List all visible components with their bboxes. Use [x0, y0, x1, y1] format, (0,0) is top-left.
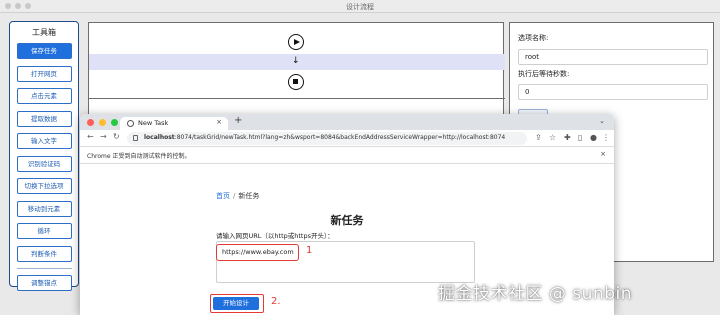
window-title: 设计流程	[346, 3, 374, 11]
save-task-button[interactable]: 保存任务	[16, 43, 72, 59]
extract-data-button[interactable]: 提取数据	[16, 110, 72, 127]
condition-button[interactable]: 判断条件	[16, 245, 72, 262]
wait-seconds-label: 执行后等待秒数:	[518, 70, 570, 78]
browser-window-controls[interactable]	[87, 119, 118, 126]
open-page-button[interactable]: 打开网页	[16, 65, 72, 82]
close-icon[interactable]: ×	[216, 118, 222, 126]
address-url[interactable]: localhost:8074/taskGrid/newTask.html?lan…	[144, 134, 505, 141]
toolbox-divider	[16, 268, 72, 269]
chevron-down-icon[interactable]: ⌄	[599, 117, 605, 125]
toolbox-panel: 工具箱 保存任务 打开网页 点击元素 提取数据 输入文字 识别验证码 切换下拉选…	[9, 21, 79, 291]
sidepanel-icon[interactable]: ▯	[578, 133, 582, 142]
new-tab-icon[interactable]: +	[234, 115, 242, 126]
breadcrumb: 首页 / 新任务	[216, 191, 259, 201]
tab-new-task[interactable]: New Task ×	[120, 117, 228, 130]
forward-icon[interactable]: →	[100, 132, 107, 141]
captcha-button[interactable]: 识别验证码	[16, 155, 72, 172]
back-icon[interactable]: ←	[87, 132, 94, 141]
option-name-field[interactable]: root	[518, 49, 708, 65]
reload-icon[interactable]: ↻	[113, 132, 120, 141]
watermark-text: 掘金技术社区 @ sunbin	[438, 284, 633, 304]
flow-divider	[89, 98, 505, 99]
toolbox-title: 工具箱	[32, 28, 56, 37]
share-icon[interactable]: ⇪	[535, 133, 542, 142]
extensions-icon[interactable]: ✚	[564, 133, 571, 142]
menu-icon[interactable]: ⋮	[602, 133, 610, 142]
tab-strip: New Task × + ⌄	[80, 114, 614, 130]
breadcrumb-current: 新任务	[238, 192, 260, 200]
option-name-label: 选项名称:	[518, 34, 549, 42]
move-to-element-button[interactable]: 移动到元素	[16, 200, 72, 217]
address-bar[interactable]: localhost:8074/taskGrid/newTask.html?lan…	[127, 132, 527, 145]
info-icon[interactable]	[133, 135, 138, 141]
breadcrumb-separator: /	[233, 192, 236, 200]
automation-infobar: Chrome 正受到自动测试软件的控制。 ×	[80, 147, 614, 164]
infobar-text: Chrome 正受到自动测试软件的控制。	[87, 153, 191, 160]
stop-icon[interactable]	[288, 74, 304, 90]
infobar-close-icon[interactable]: ×	[600, 150, 606, 158]
arrow-down-icon: ↓	[292, 56, 300, 66]
annotation-mark-1: 1	[306, 245, 313, 256]
input-text-button[interactable]: 输入文字	[16, 133, 72, 149]
click-element-button[interactable]: 点击元素	[16, 88, 72, 104]
window-titlebar: 设计流程	[0, 0, 720, 13]
loop-button[interactable]: 循环	[16, 223, 72, 239]
bookmark-star-icon[interactable]: ☆	[549, 133, 556, 142]
profile-icon[interactable]: ●	[590, 133, 597, 142]
url-value-highlight[interactable]: https://www.ebay.com	[216, 244, 299, 261]
start-button-highlight: 开始设计	[210, 294, 264, 313]
page-title: 新任务	[330, 214, 364, 227]
tab-title: New Task	[138, 119, 169, 127]
browser-toolbar: ← → ↻ localhost:8074/taskGrid/newTask.ht…	[80, 130, 614, 147]
adjust-anchor-button[interactable]: 调整锚点	[16, 275, 72, 291]
breadcrumb-home-link[interactable]: 首页	[216, 192, 230, 200]
annotation-mark-2: 2.	[271, 296, 281, 307]
play-icon[interactable]	[288, 34, 304, 50]
url-input-label: 请输入网页URL（以http或https开头）：	[216, 232, 334, 240]
start-design-button[interactable]: 开始设计	[213, 297, 259, 310]
wait-seconds-field[interactable]: 0	[518, 84, 708, 100]
globe-icon	[127, 120, 134, 127]
switch-dropdown-button[interactable]: 切换下拉选项	[16, 178, 72, 194]
